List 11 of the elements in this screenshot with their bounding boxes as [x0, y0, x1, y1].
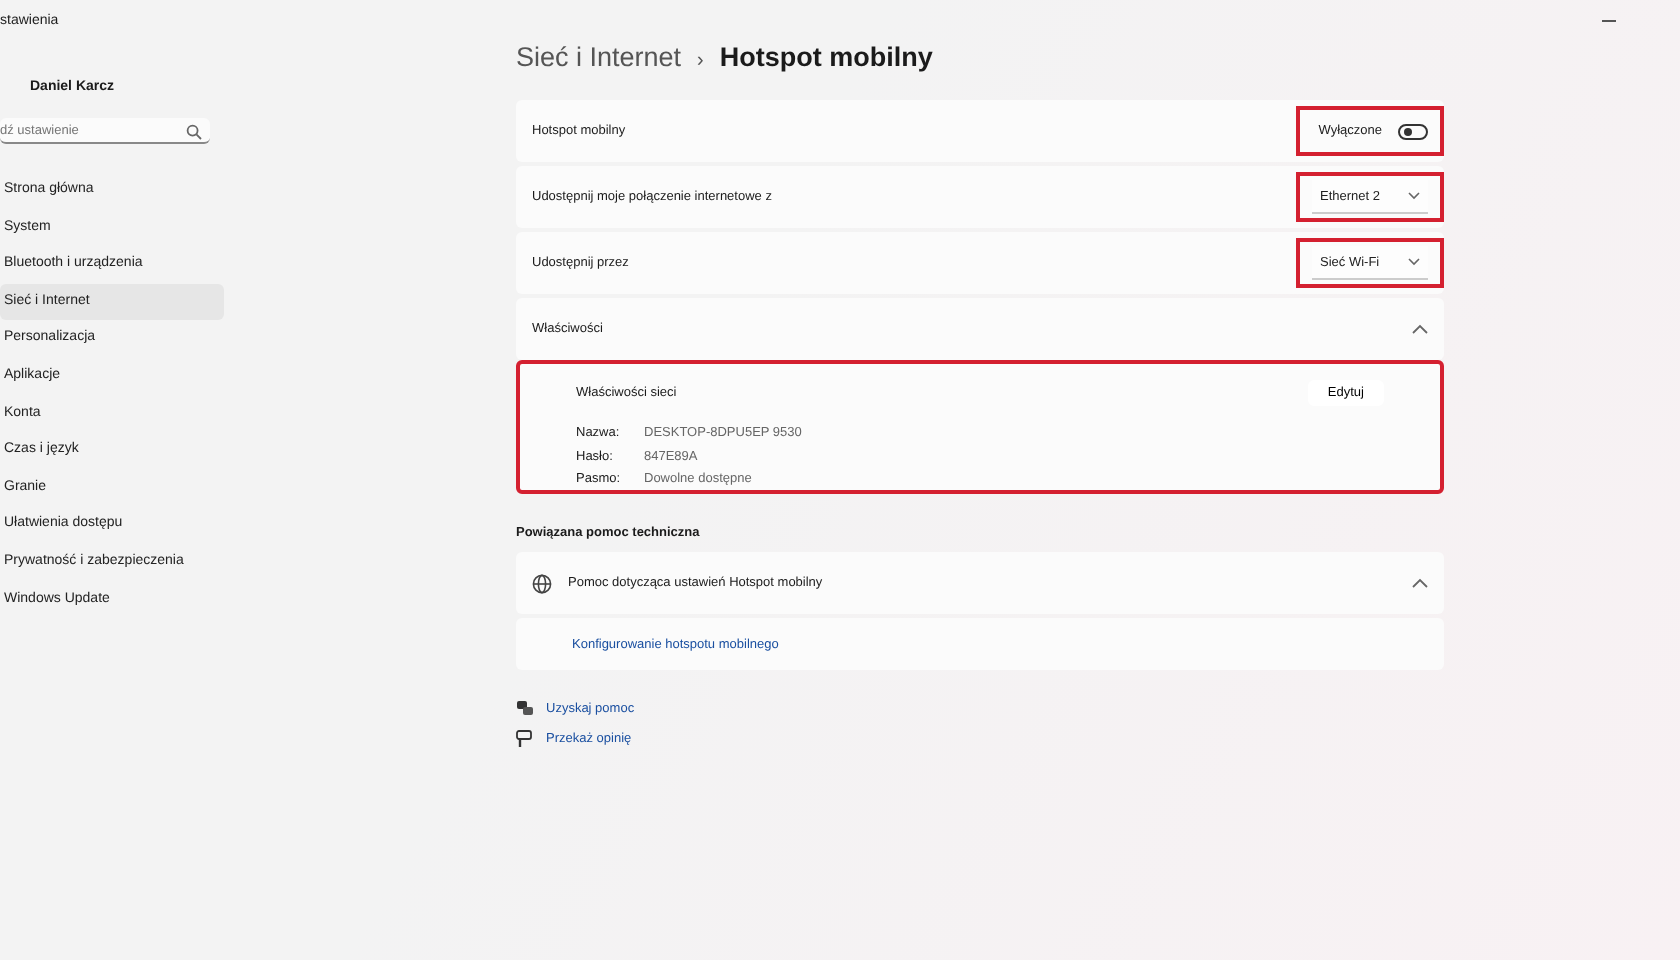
feedback-icon	[516, 730, 534, 748]
globe-icon	[532, 573, 552, 593]
breadcrumb-separator: ›	[697, 50, 704, 72]
breadcrumb-parent[interactable]: Sieć i Internet	[516, 42, 682, 72]
minimize-icon[interactable]	[1602, 19, 1616, 21]
toggle-switch[interactable]	[1398, 123, 1428, 139]
chevron-down-icon	[1408, 258, 1420, 266]
chevron-down-icon	[1408, 192, 1420, 200]
page-title: Hotspot mobilny	[719, 42, 933, 72]
help-icon	[516, 700, 534, 718]
search-icon	[186, 123, 202, 139]
